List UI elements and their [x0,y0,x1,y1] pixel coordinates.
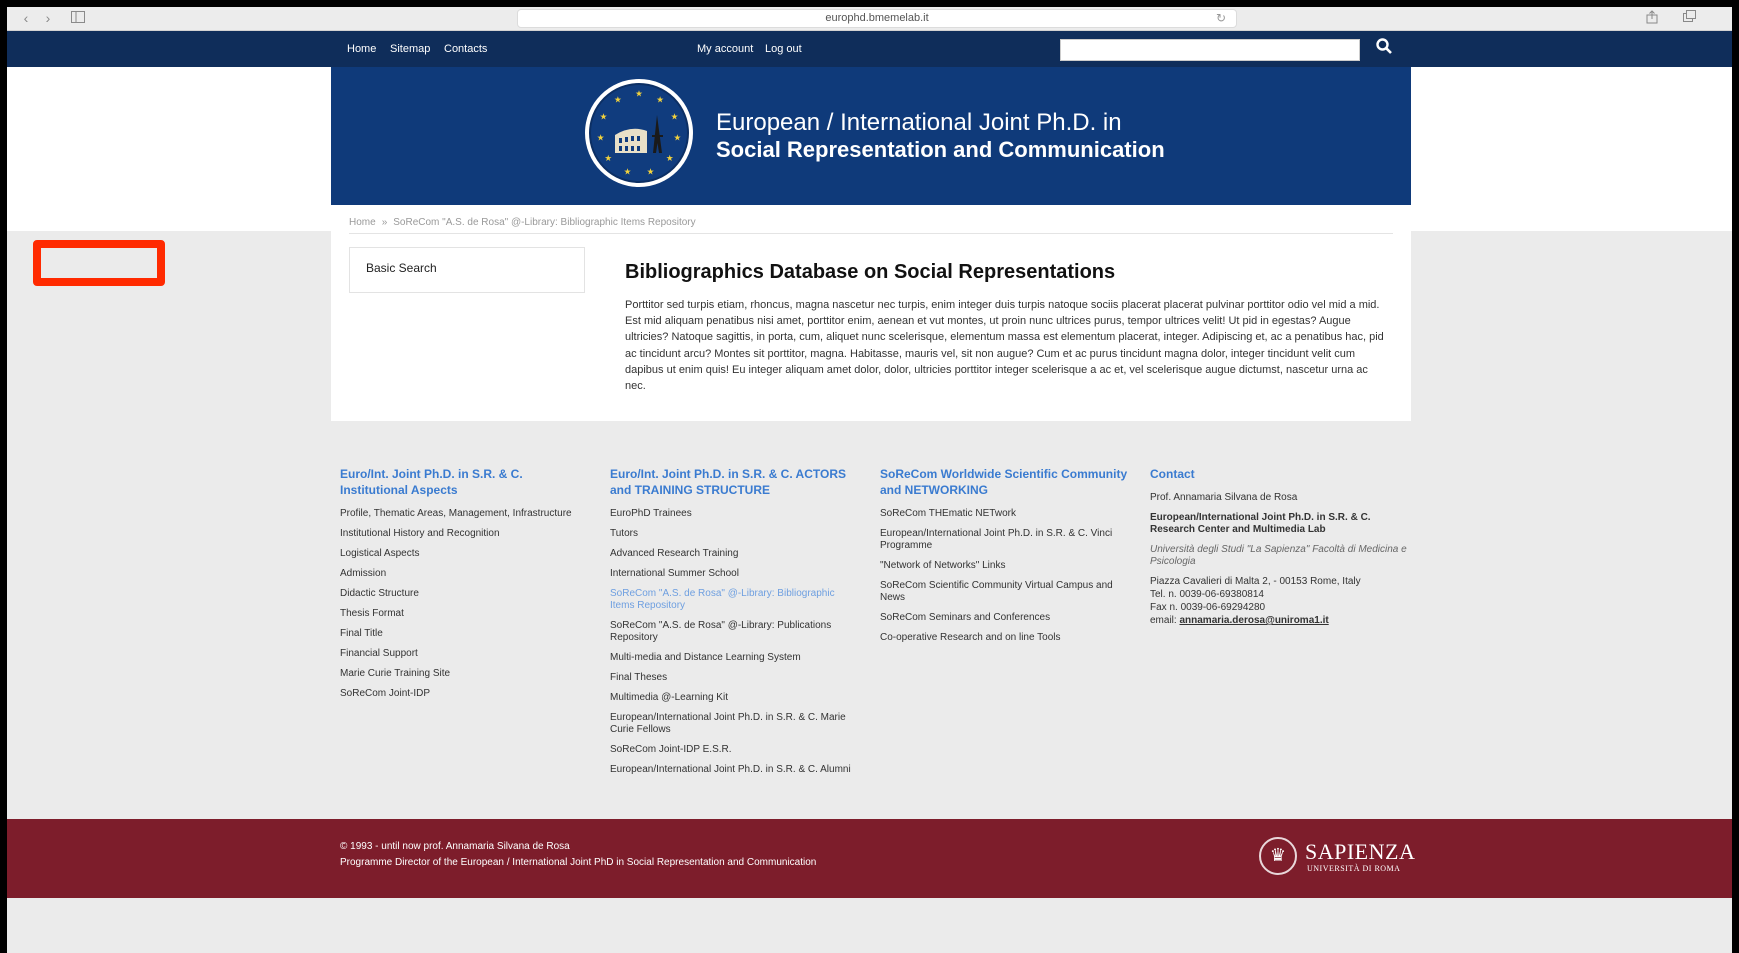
contact-tel: Tel. n. 0039-06-69380814 [1150,589,1264,600]
page-description: Porttitor sed turpis etiam, rhoncus, mag… [625,299,1384,393]
footer-link-active[interactable]: SoReCom "A.S. de Rosa" @-Library: Biblio… [610,588,860,612]
footer-link[interactable]: Co-operative Research and on line Tools [880,632,1130,644]
sapienza-subtitle: UNIVERSITÀ DI ROMA [1307,864,1401,873]
top-navigation: Home Sitemap Contacts My account Log out [7,31,1732,67]
nav-log-out-link[interactable]: Log out [765,43,802,55]
browser-window: ‹ › europhd.bmemelab.it ↻ Home Sitemap C… [7,7,1732,953]
footer-link[interactable]: Institutional History and Recognition [340,528,590,540]
nav-home-link[interactable]: Home [347,43,376,55]
footer-link[interactable]: Final Title [340,628,590,640]
search-icon[interactable] [1376,38,1398,60]
page-title: Bibliographics Database on Social Repres… [625,261,1116,283]
sapienza-seal-icon[interactable]: ♛ [1259,837,1297,875]
footer-link[interactable]: EuroPhD Trainees [610,508,860,520]
contact-name: Prof. Annamaria Silvana de Rosa [1150,492,1298,503]
nav-my-account-link[interactable]: My account [697,43,753,55]
footer-link[interactable]: SoReCom Scientific Community Virtual Cam… [880,580,1130,604]
footer-column-institutional: Euro/Int. Joint Ph.D. in S.R. & C. Insti… [340,466,590,708]
sidebar-icon[interactable] [67,10,89,26]
tabs-icon[interactable] [1679,10,1701,26]
footer-link[interactable]: Final Theses [610,672,860,684]
footer-link[interactable]: International Summer School [610,568,860,580]
highlight-box [33,240,165,286]
contact-email-row: email: annamaria.derosa@uniroma1.it [1150,615,1410,627]
svg-text:★: ★ [656,94,664,104]
svg-text:★: ★ [635,89,643,99]
email-link[interactable]: annamaria.derosa@uniroma1.it [1179,615,1328,626]
breadcrumb-separator: » [381,217,388,228]
nav-sitemap-link[interactable]: Sitemap [390,43,430,55]
colosseum-eiffel-icon [615,115,663,153]
footer-column-contact: Contact Prof. Annamaria Silvana de Rosa … [1150,466,1410,635]
footer-link[interactable]: SoReCom THEmatic NETwork [880,508,1130,520]
breadcrumb: Home » SoReCom "A.S. de Rosa" @-Library: B… [349,217,696,228]
footer-link[interactable]: Marie Curie Training Site [340,668,590,680]
footer-column-networking: SoReCom Worldwide Scientific Community a… [880,466,1130,652]
footer-link[interactable]: Tutors [610,528,860,540]
svg-text:★: ★ [614,94,622,104]
contact-fax: Fax n. 0039-06-69294280 [1150,602,1266,613]
banner-title-line1: European / International Joint Ph.D. in [716,109,1122,136]
reload-icon[interactable]: ↻ [1216,11,1226,25]
copyright-text: © 1993 - until now prof. Annamaria Silva… [340,841,570,852]
svg-text:★: ★ [600,112,608,122]
footer-link[interactable]: European/International Joint Ph.D. in S.… [880,528,1130,552]
svg-text:★: ★ [647,166,655,176]
director-text: Programme Director of the European / Int… [340,857,817,868]
footer-column-actors: Euro/Int. Joint Ph.D. in S.R. & C. ACTOR… [610,466,860,784]
breadcrumb-home-link[interactable]: Home [349,217,376,228]
banner-title-line2: Social Representation and Communication [716,137,1165,162]
footer-link[interactable]: Logistical Aspects [340,548,590,560]
sapienza-name[interactable]: SAPIENZA [1305,839,1415,865]
svg-text:★: ★ [671,112,679,122]
footer-link[interactable]: "Network of Networks" Links [880,560,1130,572]
breadcrumb-current: SoReCom "A.S. de Rosa" @-Library: Biblio… [393,217,696,228]
footer-link[interactable]: SoReCom "A.S. de Rosa" @-Library: Public… [610,620,860,644]
contact-university: Università degli Studi "La Sapienza" Fac… [1150,544,1407,567]
nav-contacts-link[interactable]: Contacts [444,43,487,55]
footer-link[interactable]: SoReCom Seminars and Conferences [880,612,1130,624]
footer-heading[interactable]: Euro/Int. Joint Ph.D. in S.R. & C. ACTOR… [610,466,860,498]
chevron-right-icon[interactable]: › [37,10,59,26]
footer-link[interactable]: Multimedia @-Learning Kit [610,692,860,704]
footer-link[interactable]: SoReCom Joint-IDP [340,688,590,700]
footer-link[interactable]: European/International Joint Ph.D. in S.… [610,764,860,776]
footer-heading[interactable]: Euro/Int. Joint Ph.D. in S.R. & C. Insti… [340,466,590,498]
footer-link[interactable]: Multi-media and Distance Learning System [610,652,860,664]
footer-link[interactable]: Advanced Research Training [610,548,860,560]
address-bar[interactable]: europhd.bmemelab.it ↻ [517,9,1237,28]
footer-link[interactable]: European/International Joint Ph.D. in S.… [610,712,860,736]
share-icon[interactable] [1641,10,1663,26]
bottom-footer: © 1993 - until now prof. Annamaria Silva… [7,819,1732,898]
footer-heading[interactable]: SoReCom Worldwide Scientific Community a… [880,466,1130,498]
contact-center: European/International Joint Ph.D. in S.… [1150,512,1371,535]
search-input[interactable] [1060,39,1360,61]
contact-address: Piazza Cavalieri di Malta 2, - 00153 Rom… [1150,576,1361,587]
footer-link[interactable]: Profile, Thematic Areas, Management, Inf… [340,508,590,520]
footer-link[interactable]: Financial Support [340,648,590,660]
email-label: email: [1150,615,1177,626]
svg-text:★: ★ [674,133,682,143]
footer-heading[interactable]: Contact [1150,466,1410,482]
url-text: europhd.bmemelab.it [825,12,929,24]
svg-text:★: ★ [597,133,605,143]
sidebar-menu: Basic Search [349,247,585,293]
chevron-left-icon[interactable]: ‹ [15,10,37,26]
browser-toolbar: ‹ › europhd.bmemelab.it ↻ [7,7,1732,31]
footer-link[interactable]: SoReCom Joint-IDP E.S.R. [610,744,860,756]
content-area: Home » SoReCom "A.S. de Rosa" @-Library: B… [331,205,1411,421]
europhd-logo[interactable]: ★ ★ ★ ★ ★ ★ ★ ★ ★ ★ ★ [585,79,693,187]
basic-search-link[interactable]: Basic Search [360,258,484,282]
svg-text:★: ★ [604,153,612,163]
footer-link[interactable]: Admission [340,568,590,580]
footer-link[interactable]: Thesis Format [340,608,590,620]
breadcrumb-divider [349,233,1393,234]
footer-link[interactable]: Didactic Structure [340,588,590,600]
site-banner: ★ ★ ★ ★ ★ ★ ★ ★ ★ ★ ★ European / International … [331,67,1411,205]
svg-text:★: ★ [624,166,632,176]
